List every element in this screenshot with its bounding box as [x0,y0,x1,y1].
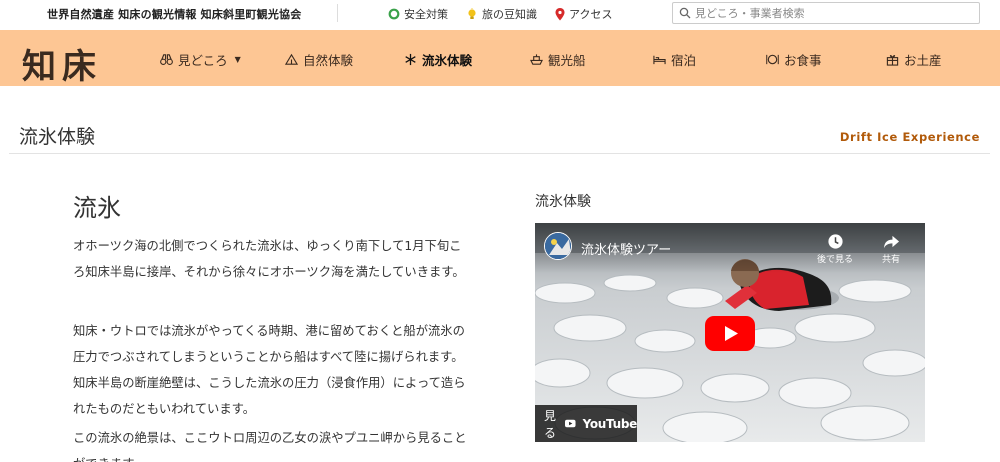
nav-item-nature[interactable]: 自然体験 [285,50,353,69]
binoculars-icon [160,54,173,65]
video-section-label: 流氷体験 [535,194,591,210]
page-subtitle: Drift Ice Experience [839,130,980,144]
top-bar: 世界自然遺産 知床の観光情報 知床斜里町観光協会 安全対策 旅の豆知識 アクセス [0,0,1000,28]
article-title: 流氷 [73,194,121,222]
safety-ring-icon [388,8,400,20]
access-link-label: アクセス [569,8,613,21]
topbar-divider [337,4,338,22]
share-arrow-icon [883,235,899,249]
tips-link-label: 旅の豆知識 [482,8,537,21]
share-label: 共有 [881,255,900,265]
page-header: 流氷体験 Drift Ice Experience [9,118,990,154]
share-button[interactable]: 共有 [871,233,911,265]
ship-icon [530,54,543,65]
logo[interactable]: 知床 [22,39,102,88]
tips-link[interactable]: 旅の豆知識 [466,6,537,22]
gift-icon [886,55,899,66]
snowflake-icon [405,53,416,66]
video-embed[interactable]: 流氷体験ツアー 後で見る 共有 見る YouTube [535,223,925,442]
access-link[interactable]: アクセス [555,6,612,22]
play-button-icon[interactable] [705,316,755,351]
article-paragraph-3: この流氷の絶景は、ここウトロ周辺の乙女の涙やプユニ岬から見ることができます。 [73,431,467,462]
tent-icon [285,53,298,65]
nav-item-souvenirs-label: お土産 [904,53,942,68]
watch-on-youtube-button[interactable]: 見る YouTube [535,405,637,442]
clock-icon [827,234,843,249]
nav-item-dining[interactable]: お食事 [766,50,822,69]
bed-icon [653,55,666,65]
nav-item-drift-ice[interactable]: 流氷体験 [404,50,472,69]
nav-item-sights-label: 見どころ [178,53,228,68]
nav-item-sights[interactable]: 見どころ ▼ [160,50,241,69]
search-input[interactable] [695,6,965,20]
safety-link[interactable]: 安全対策 [388,6,448,22]
nav-item-nature-label: 自然体験 [303,53,354,68]
nav-item-cruise[interactable]: 観光船 [530,50,586,69]
video-title[interactable]: 流氷体験ツアー [581,239,671,258]
site-title[interactable]: 世界自然遺産 知床の観光情報 知床斜里町観光協会 [47,6,301,22]
nav-item-drift-ice-label: 流氷体験 [422,53,473,68]
safety-link-label: 安全対策 [404,8,448,21]
dish-icon [766,54,779,65]
article-paragraph-1: オホーツク海の北側でつくられた流氷は、ゆっくり南下して1月下旬ころ知床半島に接岸… [73,239,465,279]
page-title: 流氷体験 [19,126,96,148]
youtube-logo-icon [565,419,576,428]
nav-item-dining-label: お食事 [784,53,822,68]
chevron-down-icon: ▼ [234,55,241,64]
channel-avatar[interactable] [544,232,572,260]
nav-item-cruise-label: 観光船 [548,53,586,68]
article-paragraph-2: 知床・ウトロでは流氷がやってくる時期、港に留めておくと船が流氷の圧力でつぶされて… [73,324,466,416]
youtube-brand-label: YouTube [582,416,638,431]
watch-later-label: 後で見る [816,255,853,265]
search-icon [679,7,691,19]
main-nav: 知床 見どころ ▼ 自然体験 流氷体験 観光船 宿泊 お食事 お土産 [0,30,1000,88]
nav-item-souvenirs[interactable]: お土産 [886,50,942,69]
map-pin-icon [555,7,565,20]
search-box[interactable] [672,2,980,24]
watch-on-label: 見る [544,408,557,440]
nav-item-stay-label: 宿泊 [671,53,697,68]
watch-later-button[interactable]: 後で見る [815,233,855,265]
utility-links: 安全対策 旅の豆知識 アクセス [388,6,612,22]
nav-item-stay[interactable]: 宿泊 [653,50,696,69]
lightbulb-icon [468,7,476,19]
